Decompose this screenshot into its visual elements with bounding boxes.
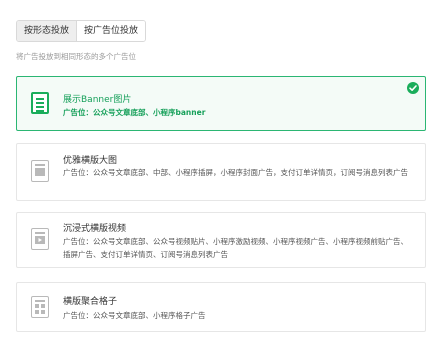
tab-by-format[interactable]: 按形态投放 — [17, 21, 78, 41]
option-large-image[interactable]: 优雅横版大图 广告位：公众号文章底部、中部、小程序插屏，小程序封面广告，支付订单… — [16, 143, 426, 201]
option-title: 沉浸式横版视频 — [63, 224, 127, 234]
option-title: 横版聚合格子 — [63, 297, 118, 307]
placement-hint: 将广告投放到相同形态的多个广告位 — [16, 52, 136, 61]
grid-icon — [31, 296, 49, 318]
option-banner-image[interactable]: 展示Banner图片 广告位：公众号文章底部、小程序banner — [16, 76, 426, 131]
placement-mode-tabs: 按形态投放 按广告位投放 — [16, 20, 147, 42]
option-desc: 广告位：公众号文章底部、中部、小程序插屏，小程序封面广告，支付订单详情页，订阅号… — [63, 168, 408, 177]
option-desc: 广告位：公众号文章底部、公众号视频贴片、小程序激励视频、小程序视频广告、小程序视… — [63, 237, 408, 259]
option-desc: 广告位：公众号文章底部、小程序banner — [63, 108, 206, 117]
option-title: 展示Banner图片 — [63, 95, 132, 105]
check-icon — [407, 82, 419, 94]
banner-image-icon — [31, 92, 49, 114]
option-grid-aggregate[interactable]: 横版聚合格子 广告位：公众号文章底部、小程序格子广告 — [16, 282, 426, 332]
tab-by-placement[interactable]: 按广告位投放 — [77, 21, 146, 41]
option-title: 优雅横版大图 — [63, 156, 118, 166]
option-immersive-video[interactable]: 沉浸式横版视频 广告位：公众号文章底部、公众号视频贴片、小程序激励视频、小程序视… — [16, 212, 426, 268]
large-image-icon — [31, 160, 49, 182]
option-desc: 广告位：公众号文章底部、小程序格子广告 — [63, 311, 206, 320]
video-icon — [31, 228, 49, 250]
